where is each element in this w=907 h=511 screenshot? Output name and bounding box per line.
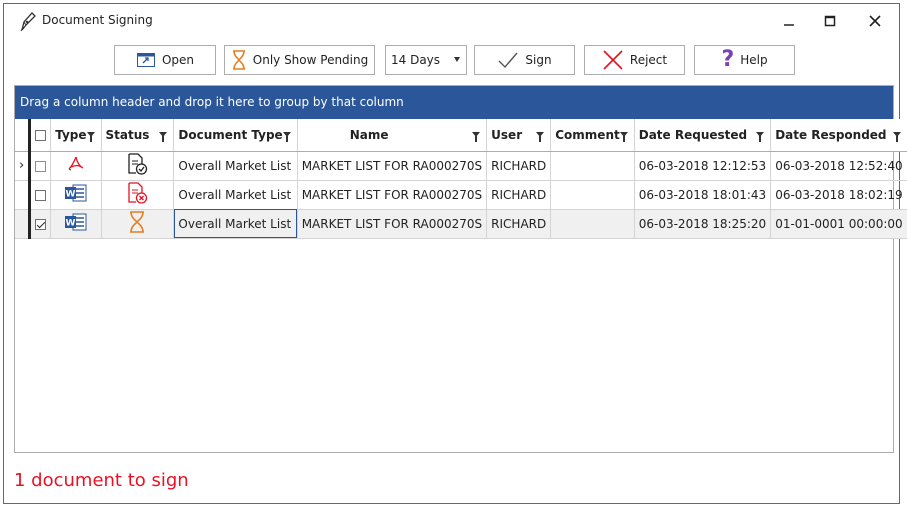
column-header-document-type[interactable]: Document Type bbox=[173, 119, 298, 152]
open-button[interactable]: Open bbox=[114, 45, 216, 75]
date-responded-cell: 01-01-0001 00:00:00 bbox=[770, 209, 907, 239]
column-header-comment[interactable]: Comment bbox=[550, 119, 635, 152]
pen-nib-icon bbox=[18, 10, 38, 32]
minimize-button[interactable] bbox=[771, 8, 807, 34]
help-button[interactable]: ? Help bbox=[694, 45, 795, 75]
document-rejected-icon bbox=[128, 182, 148, 204]
row-checkbox[interactable] bbox=[35, 160, 47, 172]
close-button[interactable] bbox=[857, 8, 893, 34]
maximize-icon bbox=[824, 15, 836, 27]
row-indicator-header bbox=[15, 119, 31, 152]
document-type-cell: Overall Market List bbox=[173, 151, 298, 181]
user-cell: RICHARD bbox=[486, 209, 552, 239]
filter-icon[interactable] bbox=[536, 132, 545, 143]
name-cell: MARKET LIST FOR RA000270S bbox=[297, 209, 488, 239]
date-requested-cell: 06-03-2018 18:25:20 bbox=[634, 209, 772, 239]
column-header-status[interactable]: Status bbox=[101, 119, 175, 152]
filter-icon[interactable] bbox=[282, 132, 291, 143]
question-mark-icon: ? bbox=[721, 47, 735, 72]
date-requested-cell: 06-03-2018 18:01:43 bbox=[634, 180, 772, 210]
comment-cell bbox=[550, 180, 635, 210]
hourglass-pending-icon bbox=[130, 211, 145, 233]
help-label: Help bbox=[740, 53, 768, 67]
pdf-icon bbox=[68, 156, 84, 171]
select-all-header[interactable] bbox=[28, 119, 52, 152]
comment-cell bbox=[550, 209, 635, 239]
word-icon: W bbox=[64, 184, 87, 202]
days-filter-dropdown[interactable]: 14 Days bbox=[385, 45, 467, 75]
days-value: 14 Days bbox=[391, 53, 441, 67]
reject-x-icon bbox=[603, 50, 623, 70]
user-cell: RICHARD bbox=[486, 180, 552, 210]
svg-text:W: W bbox=[65, 219, 75, 229]
window-title: Document Signing bbox=[42, 13, 153, 27]
open-label: Open bbox=[161, 53, 195, 67]
select-all-checkbox[interactable] bbox=[35, 129, 47, 141]
header-row: Type Status Document Type Name User Comm… bbox=[15, 119, 907, 152]
reject-label: Reject bbox=[629, 53, 668, 67]
table-row[interactable]: W Overall Market List MARKET LIST FOR RA… bbox=[15, 180, 907, 210]
filter-icon[interactable] bbox=[159, 132, 168, 143]
comment-cell bbox=[550, 151, 635, 181]
date-responded-cell: 06-03-2018 12:52:40 bbox=[770, 151, 907, 181]
row-select-cell[interactable] bbox=[28, 151, 52, 181]
document-approved-icon bbox=[128, 153, 148, 175]
group-by-panel[interactable]: Drag a column header and drop it here to… bbox=[15, 86, 893, 119]
date-requested-cell: 06-03-2018 12:12:53 bbox=[634, 151, 772, 181]
chevron-right-icon: › bbox=[19, 158, 25, 173]
title-bar: Document Signing bbox=[4, 4, 899, 36]
document-signing-window: Document Signing Open Only Show Pending … bbox=[3, 3, 907, 504]
row-checkbox[interactable] bbox=[35, 218, 47, 230]
documents-to-sign-status: 1 document to sign bbox=[14, 470, 189, 491]
type-cell bbox=[50, 151, 102, 181]
only-show-pending-button[interactable]: Only Show Pending bbox=[224, 45, 375, 75]
column-header-date-requested[interactable]: Date Requested bbox=[634, 119, 772, 152]
pending-label: Only Show Pending bbox=[252, 53, 369, 67]
row-checkbox[interactable] bbox=[35, 189, 47, 201]
table-row[interactable]: W Overall Market List MARKET LIST FOR RA… bbox=[15, 209, 907, 239]
document-type-cell: Overall Market List bbox=[173, 209, 298, 239]
minimize-icon bbox=[784, 24, 794, 26]
checkmark-icon bbox=[498, 52, 518, 69]
status-cell bbox=[101, 151, 175, 181]
column-header-date-responded[interactable]: Date Responded bbox=[770, 119, 907, 152]
hourglass-icon bbox=[232, 50, 245, 70]
user-cell: RICHARD bbox=[486, 151, 552, 181]
status-cell bbox=[101, 180, 175, 210]
date-responded-cell: 06-03-2018 18:02:19 bbox=[770, 180, 907, 210]
close-icon bbox=[869, 15, 881, 27]
row-indicator bbox=[15, 209, 31, 239]
row-select-cell[interactable] bbox=[28, 180, 52, 210]
current-row-indicator: › bbox=[15, 151, 31, 181]
status-cell bbox=[101, 209, 175, 239]
document-type-cell: Overall Market List bbox=[173, 180, 298, 210]
table-row[interactable]: › Overall Market List MARKET LIST FOR RA… bbox=[15, 151, 907, 181]
maximize-button[interactable] bbox=[812, 8, 848, 34]
reject-button[interactable]: Reject bbox=[584, 45, 685, 75]
name-cell: MARKET LIST FOR RA000270S bbox=[297, 180, 488, 210]
filter-icon[interactable] bbox=[619, 132, 628, 143]
documents-grid: Drag a column header and drop it here to… bbox=[14, 85, 907, 453]
filter-icon[interactable] bbox=[756, 132, 765, 143]
filter-icon[interactable] bbox=[892, 132, 901, 143]
column-header-user[interactable]: User bbox=[486, 119, 552, 152]
word-icon: W bbox=[64, 213, 87, 231]
svg-text:W: W bbox=[65, 190, 75, 200]
column-header-name[interactable]: Name bbox=[297, 119, 488, 152]
filter-icon[interactable] bbox=[86, 132, 95, 143]
chevron-down-icon bbox=[454, 57, 460, 62]
filter-icon[interactable] bbox=[472, 132, 481, 143]
sign-button[interactable]: Sign bbox=[474, 45, 575, 75]
row-select-cell[interactable] bbox=[28, 209, 52, 239]
documents-table: Type Status Document Type Name User Comm… bbox=[15, 119, 907, 239]
open-document-icon bbox=[136, 53, 155, 67]
type-cell: W bbox=[50, 180, 102, 210]
column-header-type[interactable]: Type bbox=[50, 119, 102, 152]
row-indicator bbox=[15, 180, 31, 210]
name-cell: MARKET LIST FOR RA000270S bbox=[297, 151, 488, 181]
type-cell: W bbox=[50, 209, 102, 239]
sign-label: Sign bbox=[525, 53, 552, 67]
